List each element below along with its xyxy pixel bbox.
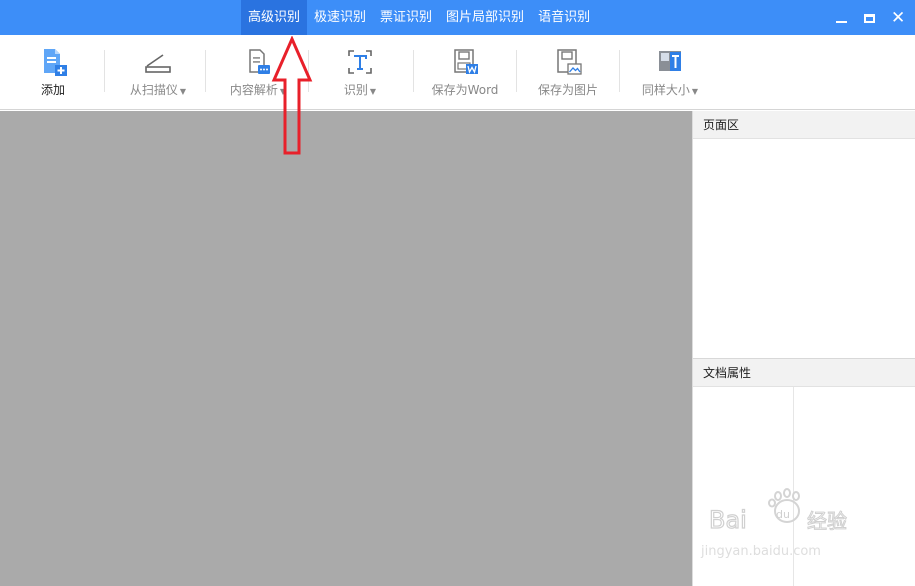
tab-advanced-recognition[interactable]: 高级识别 [241, 0, 308, 35]
save-as-image-button[interactable]: 保存为图片 [530, 35, 606, 110]
toolbar-divider [413, 50, 414, 92]
text-recognize-icon [348, 50, 372, 74]
content-parse-icon [249, 49, 270, 74]
document-properties-title: 文档属性 [693, 359, 915, 387]
svg-text:Bai: Bai [709, 506, 747, 534]
save-as-word-button[interactable]: 保存为Word [424, 35, 506, 110]
same-size-icon [659, 51, 681, 71]
toolbar: 添加 从扫描仪 ▼ 内容解析 ▼ 识别 ▼ 保存为Word 保存为图片 同样大小… [0, 35, 915, 110]
annotation-arrow-icon [271, 36, 313, 155]
scanner-icon [145, 54, 171, 73]
scanner-button[interactable]: 从扫描仪 ▼ [120, 35, 196, 110]
minimize-icon[interactable] [835, 11, 849, 25]
scanner-label: 从扫描仪 ▼ [129, 83, 187, 97]
add-label: 添加 [40, 83, 65, 97]
toolbar-divider [516, 50, 517, 92]
add-document-icon [44, 49, 67, 76]
close-icon[interactable]: ✕ [891, 9, 905, 26]
page-area-title: 页面区 [693, 111, 915, 139]
watermark-url: jingyan.baidu.com [701, 544, 821, 559]
recognize-label: 识别 ▼ [343, 83, 377, 97]
tab-fast-recognition[interactable]: 极速识别 [307, 0, 373, 35]
mode-tabs: 高级识别 极速识别 票证识别 图片局部识别 语音识别 [241, 0, 597, 35]
add-button[interactable]: 添加 [28, 35, 78, 110]
maximize-icon[interactable] [863, 11, 877, 25]
toolbar-divider [619, 50, 620, 92]
same-size-button[interactable]: 同样大小 ▼ [632, 35, 708, 110]
save-as-image-label: 保存为图片 [537, 83, 598, 97]
toolbar-divider [205, 50, 206, 92]
save-as-word-label: 保存为Word [431, 83, 499, 97]
save-image-icon [557, 49, 582, 75]
title-bar: 高级识别 极速识别 票证识别 图片局部识别 语音识别 ✕ [0, 0, 915, 35]
page-area-panel: 页面区 [693, 111, 915, 354]
tab-ticket-recognition[interactable]: 票证识别 [373, 0, 439, 35]
same-size-label: 同样大小 ▼ [641, 83, 699, 97]
svg-text:经验: 经验 [807, 509, 847, 533]
svg-text:du: du [776, 508, 790, 521]
recognize-button[interactable]: 识别 ▼ [330, 35, 390, 110]
document-canvas[interactable] [0, 111, 692, 586]
tab-partial-image-recognition[interactable]: 图片局部识别 [439, 0, 531, 35]
tab-voice-recognition[interactable]: 语音识别 [531, 0, 597, 35]
window-controls: ✕ [835, 0, 905, 35]
toolbar-divider [104, 50, 105, 92]
save-word-icon [454, 49, 478, 74]
